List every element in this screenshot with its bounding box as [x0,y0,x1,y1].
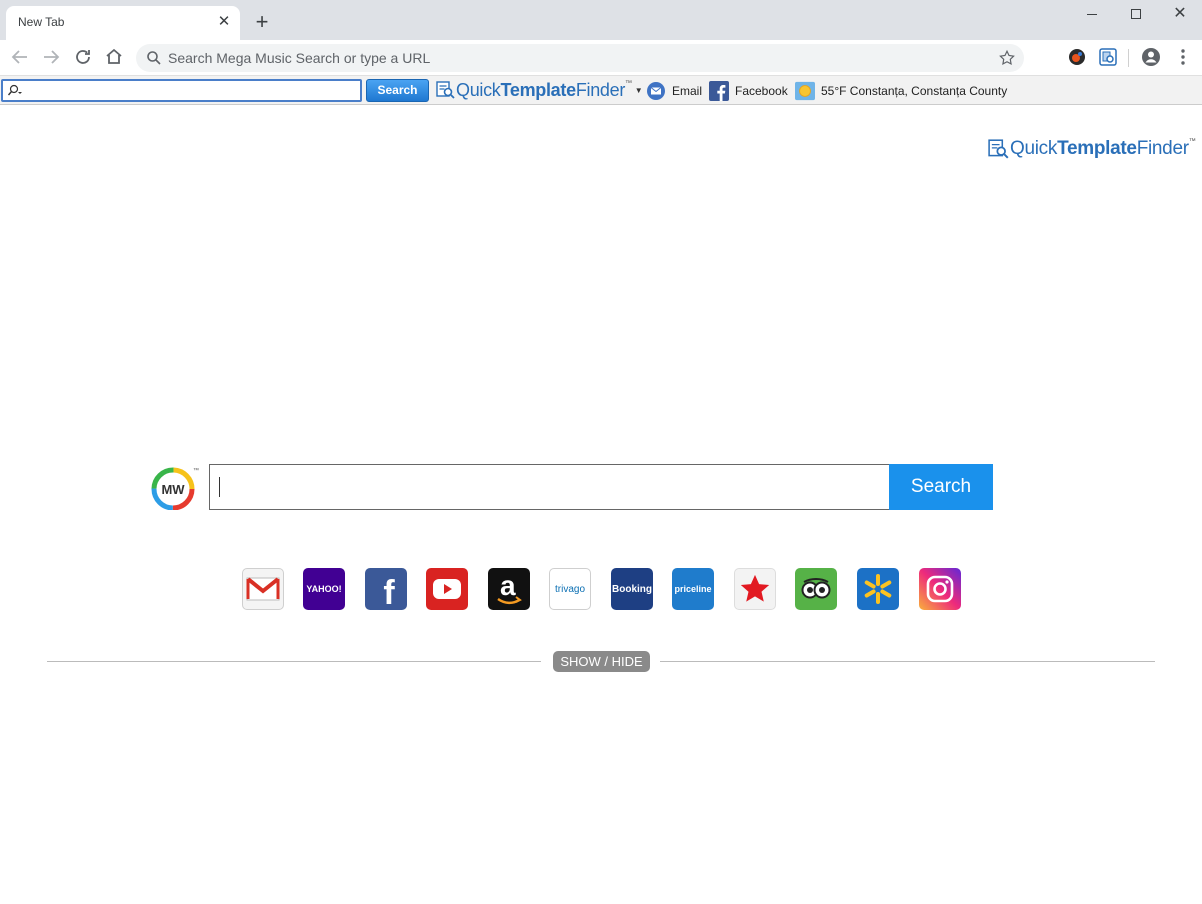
search-icon [147,51,161,65]
brand-finder: Finder [1136,138,1189,159]
facebook-label: Facebook [735,84,788,98]
mw-logo-text: MW [161,482,185,497]
extension-music-icon[interactable] [1066,46,1088,68]
facebook-letter: f [383,573,395,611]
brand-quick: Quick [1010,138,1058,159]
divider-left [47,661,541,662]
reload-icon[interactable] [71,45,95,69]
omnibox-placeholder: Search Mega Music Search or type a URL [168,50,431,66]
booking-label: Booking [612,583,652,595]
toolbar-search-input[interactable] [1,79,362,102]
toolbar-weather-widget[interactable]: 55°F Constanța, Constanța County [795,80,1007,102]
window-maximize-button[interactable] [1114,0,1158,28]
walmart-spark-glyph [864,574,892,604]
close-icon: ✕ [1173,5,1187,22]
toolbar-facebook-link[interactable]: Facebook [709,80,788,102]
tab-strip: New Tab ✕ + ✕ [0,0,1202,40]
window-minimize-button[interactable] [1070,0,1114,28]
extension-toolbar: Search QuickTemplateFinder™ ▼ Email Face… [0,75,1202,105]
gmail-glyph [246,577,280,601]
mw-logo-icon: MW ™ [151,467,199,510]
minimize-icon [1087,13,1097,15]
amazon-smile-icon [497,596,522,605]
priceline-label: priceline [674,584,712,594]
brand-template: Template [1057,138,1137,159]
toolbar-brand-text: QuickTemplateFinder™ [456,80,632,101]
caret-down-icon[interactable]: ▼ [635,86,643,95]
bookmark-star-icon[interactable] [998,49,1016,67]
sun-weather-icon [795,81,815,101]
forward-arrow-icon[interactable] [39,45,63,69]
facebook-icon [709,81,729,101]
camera-glyph [926,575,954,603]
brand-tm: ™ [1188,138,1196,145]
toolbar-search-button[interactable]: Search [366,79,429,102]
shortcut-tiles: YAHOO! f a trivago Booking priceline [242,568,972,610]
toolbar-separator [1128,49,1129,67]
instagram-icon[interactable] [919,568,961,610]
tab-new-tab[interactable]: New Tab ✕ [6,6,240,40]
main-search-button[interactable]: Search [889,464,993,510]
kebab-menu-icon[interactable] [1172,46,1194,68]
brand-tm: ™ [625,79,632,87]
youtube-icon[interactable] [426,568,468,610]
gmail-icon[interactable] [242,568,284,610]
browser-toolbar: Search Mega Music Search or type a URL [0,40,1202,75]
email-icon [647,82,665,100]
template-finder-logo-icon [988,139,1009,159]
toolbar-email-link[interactable]: Email [646,80,702,102]
back-arrow-icon[interactable] [8,45,32,69]
divider-right [660,661,1155,662]
page-brand-text: QuickTemplateFinder™ [1010,138,1196,160]
brand-finder: Finder [575,79,626,100]
mw-tm: ™ [193,467,199,474]
owl-eyes-glyph [801,578,831,599]
tripadvisor-icon[interactable] [795,568,837,610]
search-dropdown-icon[interactable] [7,84,23,98]
youtube-play-glyph [433,579,461,599]
brand-quick: Quick [456,79,501,100]
quicktemplatefinder-page-logo[interactable]: QuickTemplateFinder™ [988,138,1196,160]
red-star-glyph [740,574,770,602]
walmart-icon[interactable] [857,568,899,610]
tab-close-icon[interactable]: ✕ [216,14,232,30]
extension-template-finder-icon[interactable] [1097,46,1119,68]
show-hide-button[interactable]: SHOW / HIDE [553,651,650,672]
brand-template: Template [500,79,577,100]
maximize-icon [1131,9,1141,19]
macys-star-icon[interactable] [734,568,776,610]
amazon-glyph: a [488,568,530,610]
text-cursor [219,477,220,497]
facebook-shortcut-icon[interactable]: f [365,568,407,610]
main-search-input[interactable] [209,464,890,510]
home-icon[interactable] [102,45,126,69]
amazon-icon[interactable]: a [488,568,530,610]
priceline-icon[interactable]: priceline [672,568,714,610]
window-close-button[interactable]: ✕ [1158,0,1202,28]
booking-icon[interactable]: Booking [611,568,653,610]
weather-label: 55°F Constanța, Constanța County [821,84,1008,98]
quicktemplatefinder-toolbar-logo[interactable]: QuickTemplateFinder™ ▼ [436,79,643,101]
new-tab-plus-icon[interactable]: + [250,11,274,35]
main-search-form: MW ™ Search [150,462,995,512]
tab-title: New Tab [18,15,65,29]
trivago-icon[interactable]: trivago [549,568,591,610]
template-finder-logo-icon [436,81,455,99]
email-label: Email [672,84,703,98]
yahoo-label: YAHOO! [306,584,342,594]
profile-avatar-icon[interactable] [1140,46,1162,68]
yahoo-icon[interactable]: YAHOO! [303,568,345,610]
trivago-label: trivago [554,583,585,595]
omnibox[interactable]: Search Mega Music Search or type a URL [136,44,1024,72]
